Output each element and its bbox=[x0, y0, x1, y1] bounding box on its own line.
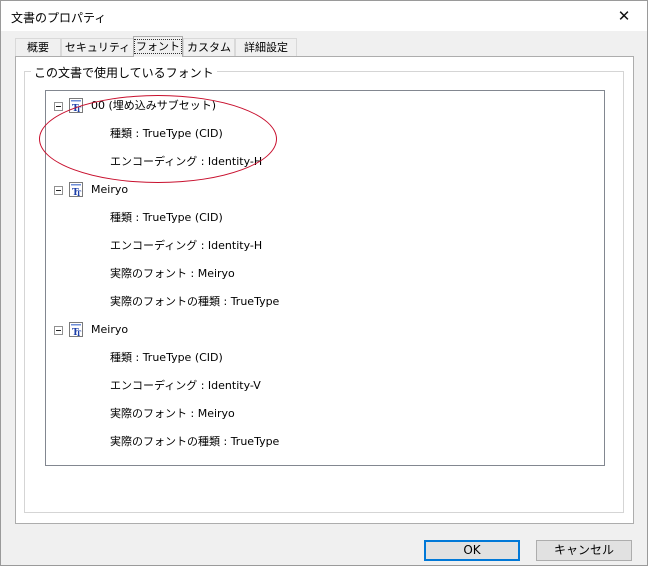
fonts-groupbox: この文書で使用しているフォント T T 00 (埋め込みサブセット) 種類 : … bbox=[24, 64, 624, 513]
svg-text:T: T bbox=[76, 105, 82, 113]
tab-fonts-label: フォント bbox=[134, 39, 182, 54]
close-icon: ✕ bbox=[617, 7, 631, 25]
tab-advanced-label: 詳細設定 bbox=[244, 41, 288, 54]
title-bar: 文書のプロパティ ✕ bbox=[1, 1, 647, 31]
tab-custom[interactable]: カスタム bbox=[183, 38, 235, 56]
tab-security-label: セキュリティ bbox=[64, 41, 131, 54]
font-detail: 実際のフォントの種類 : TrueType bbox=[110, 435, 280, 448]
font-node[interactable]: T T Meiryo bbox=[54, 320, 594, 340]
truetype-font-icon: T T bbox=[69, 322, 83, 337]
truetype-font-icon: T T bbox=[69, 182, 83, 197]
tab-custom-label: カスタム bbox=[187, 41, 231, 54]
collapse-icon[interactable] bbox=[54, 102, 63, 111]
tab-advanced[interactable]: 詳細設定 bbox=[235, 38, 297, 56]
font-name: Meiryo bbox=[91, 183, 129, 196]
font-detail: エンコーディング : Identity-H bbox=[110, 239, 263, 252]
font-detail: エンコーディング : Identity-H bbox=[110, 155, 263, 168]
svg-text:T: T bbox=[76, 329, 82, 337]
collapse-icon[interactable] bbox=[54, 186, 63, 195]
font-detail: エンコーディング : Identity-V bbox=[110, 379, 261, 392]
font-detail: 種類 : TrueType (CID) bbox=[110, 127, 223, 140]
tab-summary-label: 概要 bbox=[27, 41, 49, 54]
tab-security[interactable]: セキュリティ bbox=[61, 38, 134, 56]
cancel-button[interactable]: キャンセル bbox=[536, 540, 632, 561]
font-node[interactable]: T T 00 (埋め込みサブセット) bbox=[54, 96, 594, 116]
collapse-icon[interactable] bbox=[54, 326, 63, 335]
ok-button[interactable]: OK bbox=[424, 540, 520, 561]
close-button[interactable]: ✕ bbox=[601, 1, 647, 31]
window-title: 文書のプロパティ bbox=[11, 11, 107, 25]
font-detail: 種類 : TrueType (CID) bbox=[110, 211, 223, 224]
tab-summary[interactable]: 概要 bbox=[15, 38, 61, 56]
fonts-tab-panel: この文書で使用しているフォント T T 00 (埋め込みサブセット) 種類 : … bbox=[15, 56, 634, 524]
font-name: 00 (埋め込みサブセット) bbox=[91, 99, 217, 112]
font-tree[interactable]: T T 00 (埋め込みサブセット) 種類 : TrueType (CID) エ… bbox=[45, 90, 605, 466]
font-detail: 種類 : TrueType (CID) bbox=[110, 351, 223, 364]
font-node[interactable]: T T Meiryo bbox=[54, 180, 594, 200]
fonts-group-label: この文書で使用しているフォント bbox=[31, 64, 217, 81]
font-detail: 実際のフォント : Meiryo bbox=[110, 267, 235, 280]
document-properties-dialog: 文書のプロパティ ✕ 概要 セキュリティ フォント カスタム 詳細設定 この文書… bbox=[0, 0, 648, 566]
font-detail: 実際のフォント : Meiryo bbox=[110, 407, 235, 420]
tab-fonts[interactable]: フォント bbox=[133, 36, 183, 57]
truetype-font-icon: T T bbox=[69, 98, 83, 113]
svg-text:T: T bbox=[76, 189, 82, 197]
font-name: Meiryo bbox=[91, 323, 129, 336]
font-detail: 実際のフォントの種類 : TrueType bbox=[110, 295, 280, 308]
